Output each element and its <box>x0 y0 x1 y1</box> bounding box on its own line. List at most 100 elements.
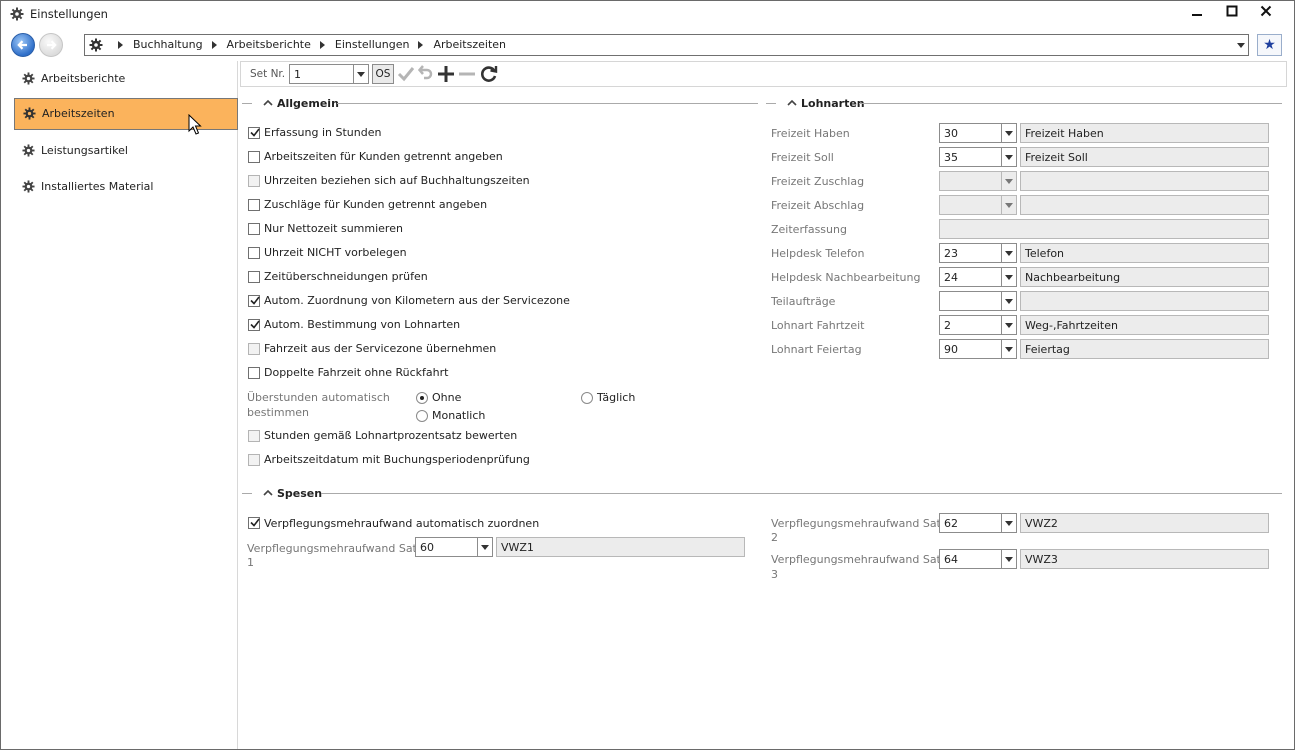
option-checkbox[interactable] <box>248 454 260 466</box>
add-icon[interactable] <box>437 65 455 86</box>
lohnart-code-select[interactable]: 24 <box>939 267 1017 287</box>
breadcrumb-item[interactable]: Arbeitsberichte <box>227 38 311 51</box>
lohnart-text-field: Freizeit Haben <box>1020 123 1269 143</box>
verpflegung-auto-checkbox[interactable] <box>248 517 260 529</box>
option-checkbox[interactable] <box>248 199 260 211</box>
breadcrumb-item[interactable]: Arbeitszeiten <box>433 38 506 51</box>
breadcrumb-item[interactable]: Buchhaltung <box>133 38 203 51</box>
lohnart-label: Helpdesk Telefon <box>771 247 865 260</box>
satz1-code-select[interactable]: 60 <box>415 537 493 557</box>
undo-icon[interactable] <box>417 65 434 86</box>
chevron-down-icon[interactable] <box>1001 340 1016 358</box>
lohnart-label: Lohnart Fahrtzeit <box>771 319 865 332</box>
option-checkbox[interactable] <box>248 430 260 442</box>
satz1-label-line1: Verpflegungsmehraufwand Satz <box>247 542 423 555</box>
radio-monatlich[interactable] <box>416 410 428 422</box>
lohnart-code-select[interactable]: 35 <box>939 147 1017 167</box>
radio-taeglich[interactable] <box>581 392 593 404</box>
minimize-button[interactable] <box>1186 4 1208 24</box>
option-checkbox-label: Uhrzeit NICHT vorbelegen <box>264 246 407 259</box>
section-divider <box>337 103 758 104</box>
breadcrumb-item[interactable]: Einstellungen <box>335 38 410 51</box>
option-checkbox[interactable] <box>248 295 260 307</box>
zeiterfassung-field[interactable] <box>939 219 1269 239</box>
option-checkbox-label: Nur Nettozeit summieren <box>264 222 403 235</box>
chevron-down-icon[interactable] <box>1001 550 1016 568</box>
lohnart-code-select[interactable] <box>939 195 1017 215</box>
lohnart-text-value: Weg-,Fahrtzeiten <box>1025 319 1118 332</box>
favorite-star-button[interactable]: ★ <box>1257 34 1282 56</box>
section-divider <box>242 103 252 104</box>
chevron-down-icon[interactable] <box>1001 196 1016 214</box>
checkmark-icon <box>250 320 260 329</box>
breadcrumb[interactable]: Buchhaltung Arbeitsberichte Einstellunge… <box>84 34 1249 56</box>
forward-button[interactable] <box>39 33 63 57</box>
checkmark-icon <box>250 128 260 137</box>
chevron-down-icon[interactable] <box>1001 148 1016 166</box>
gear-icon <box>22 180 35 196</box>
title-bar: Einstellungen <box>1 1 1294 28</box>
section-divider <box>321 493 1282 494</box>
section-title: Spesen <box>277 487 323 500</box>
chevron-down-icon[interactable] <box>477 538 492 556</box>
option-checkbox-label: Zuschläge für Kunden getrennt angeben <box>264 198 488 211</box>
set-number-select[interactable]: 1 <box>289 64 369 84</box>
sidebar-item-arbeitsberichte[interactable]: Arbeitsberichte <box>13 63 238 95</box>
lohnart-text-field: Feiertag <box>1020 339 1269 359</box>
confirm-check-icon[interactable] <box>397 65 415 86</box>
lohnart-label: Freizeit Haben <box>771 127 850 140</box>
lohnart-label: Freizeit Abschlag <box>771 199 865 212</box>
refresh-icon[interactable] <box>480 65 498 86</box>
option-checkbox-label: Doppelte Fahrzeit ohne Rückfahrt <box>264 366 449 379</box>
close-button[interactable] <box>1255 4 1277 24</box>
option-checkbox[interactable] <box>248 127 260 139</box>
ueberstunden-label-line1: Überstunden automatisch <box>247 391 390 404</box>
option-checkbox[interactable] <box>248 271 260 283</box>
option-checkbox[interactable] <box>248 343 260 355</box>
option-checkbox[interactable] <box>248 367 260 379</box>
chevron-down-icon[interactable] <box>1001 172 1016 190</box>
breadcrumb-dropdown-icon[interactable] <box>1237 43 1245 48</box>
lohnart-code-select[interactable]: 23 <box>939 243 1017 263</box>
remove-icon[interactable] <box>458 65 476 86</box>
lohnart-code-select[interactable]: 30 <box>939 123 1017 143</box>
sidebar-item-arbeitszeiten[interactable]: Arbeitszeiten <box>14 98 238 130</box>
satz2-code-select[interactable]: 62 <box>939 513 1017 533</box>
sidebar-item-installiertes-material[interactable]: Installiertes Material <box>13 171 238 203</box>
gear-icon <box>23 107 36 123</box>
satz2-text-field: VWZ2 <box>1020 513 1269 533</box>
lohnart-label: Freizeit Soll <box>771 151 834 164</box>
chevron-down-icon[interactable] <box>1001 124 1016 142</box>
lohnart-code-select[interactable]: 90 <box>939 339 1017 359</box>
option-checkbox[interactable] <box>248 247 260 259</box>
option-checkbox[interactable] <box>248 175 260 187</box>
chevron-down-icon[interactable] <box>1001 244 1016 262</box>
lohnart-code-select[interactable] <box>939 171 1017 191</box>
chevron-down-icon[interactable] <box>1001 514 1016 532</box>
arrow-right-icon <box>47 40 57 50</box>
chevron-down-icon[interactable] <box>1001 316 1016 334</box>
radio-ohne[interactable] <box>416 392 428 404</box>
option-checkbox[interactable] <box>248 151 260 163</box>
back-button[interactable] <box>11 33 35 57</box>
lohnart-code-select[interactable]: 2 <box>939 315 1017 335</box>
satz3-text-value: VWZ3 <box>1025 553 1058 566</box>
os-button[interactable]: OS <box>372 64 394 84</box>
arrow-left-icon <box>17 40 27 50</box>
option-checkbox[interactable] <box>248 223 260 235</box>
lohnart-label: Teilaufträge <box>771 295 836 308</box>
option-checkbox-label: Arbeitszeitdatum mit Buchungsperiodenprü… <box>264 453 530 466</box>
breadcrumb-separator-icon <box>418 40 424 49</box>
satz3-code-select[interactable]: 64 <box>939 549 1017 569</box>
satz1-text-value: VWZ1 <box>501 541 534 554</box>
chevron-down-icon[interactable] <box>1001 268 1016 286</box>
breadcrumb-separator-icon <box>211 40 217 49</box>
chevron-down-icon[interactable] <box>1001 292 1016 310</box>
option-checkbox[interactable] <box>248 319 260 331</box>
chevron-down-icon[interactable] <box>353 65 368 83</box>
lohnart-code-select[interactable] <box>939 291 1017 311</box>
satz1-label-line2: 1 <box>247 556 254 569</box>
sidebar-item-leistungsartikel[interactable]: Leistungsartikel <box>13 135 238 167</box>
lohnart-label: Zeiterfassung <box>771 223 847 236</box>
maximize-button[interactable] <box>1221 4 1243 24</box>
